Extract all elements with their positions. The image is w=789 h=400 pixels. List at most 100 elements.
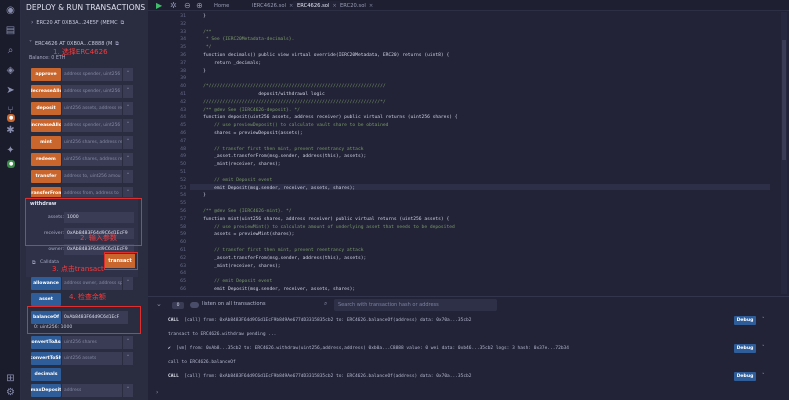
code-line[interactable]: _mint(receiver, shares); [192,264,280,269]
function-args-input[interactable]: address spender, uint256 [62,67,122,81]
copy-icon[interactable]: ⧉ [32,260,36,266]
code-line[interactable]: /** @dev See {IERC4626-mint}. */ [192,209,292,214]
code-line[interactable]: } [192,193,206,198]
code-line[interactable]: return _decimals; [192,61,261,66]
remix-logo-icon[interactable]: ◉ [4,4,17,17]
function-args-input[interactable]: address owner, address sp [62,276,122,290]
zoom-in-icon[interactable]: ⊕ [196,1,203,10]
code-line[interactable]: } [192,69,206,74]
chevron-down-icon[interactable]: ˅ [123,152,133,166]
chevron-down-icon[interactable]: ˅ [762,317,765,323]
function-button[interactable]: mint [31,135,61,149]
function-button[interactable]: decreaseAllo [31,84,61,98]
code-line[interactable]: /** [192,30,211,35]
function-args-input[interactable]: address [62,383,122,397]
code-line[interactable]: function mint(uint256 shares, address re… [192,217,449,222]
debug-button[interactable]: Debug [734,372,756,381]
code-line[interactable]: /** @dev See {IERC4626-deposit}. */ [192,108,300,113]
code-line[interactable]: // use previewMint() to calculate amount… [192,225,455,230]
function-button[interactable]: allowance [31,276,61,290]
function-args-input[interactable]: address spender, uint256 [62,118,122,132]
close-icon[interactable]: × [369,3,373,9]
debug-button[interactable]: Debug [734,316,756,325]
zoom-out-icon[interactable]: ⊖ [184,1,191,10]
function-args-input[interactable]: uint256 shares [62,335,122,349]
tab-home[interactable]: Home [210,1,233,10]
function-button[interactable]: maxDeposit [31,383,61,397]
debug-icon[interactable]: ✱ [4,124,17,137]
function-args-input[interactable]: address spender, uint256 [62,84,122,98]
log-entry[interactable]: transact to ERC4626.withdraw pending ... [168,332,276,337]
code-line[interactable]: // transfer first then mint, prevent ree… [192,147,363,152]
chevron-down-icon[interactable]: ˅ [123,383,133,397]
file-explorer-icon[interactable]: ▤ [4,24,17,37]
listen-toggle[interactable] [190,302,199,308]
function-button[interactable]: convertToSh [31,351,61,365]
tab-erc4626-sol[interactable]: ERC4626.sol × [293,1,341,10]
log-entry[interactable]: CALL [call] from: 0xAb8483F64d9C6d1EcF9b… [168,374,471,379]
code-line[interactable]: shares = previewDeposit(assets); [192,131,303,136]
function-button[interactable]: convertToAss [31,335,61,349]
gas-icon[interactable]: ✲ [170,1,177,10]
function-button[interactable]: increaseAllo [31,118,61,132]
contract-instance-erc20[interactable]: › ERC20 AT 0XB3A...24E5F (MEMC ⧉ [31,17,124,28]
code-line[interactable]: */ [192,45,212,50]
chevron-down-icon[interactable]: ˅ [123,351,133,365]
function-args-input[interactable]: uint256 assets [62,351,122,365]
log-entry[interactable]: ✔ [vm] from: 0xAb8...35cb2 to: ERC4626.w… [168,346,569,351]
code-line[interactable]: function deposit(uint256 assets, address… [192,115,457,120]
chevron-down-icon[interactable]: ˅ [762,345,765,351]
code-line[interactable]: _asset.transferFrom(msg.sender, address(… [192,154,366,159]
code-line[interactable]: ////////////////////////////////////////… [192,100,386,105]
code-line[interactable]: function decimals() public view virtual … [192,53,449,58]
code-line[interactable]: deposit/withdrawal logic [192,92,324,97]
editor-scrollbar-thumb[interactable] [782,40,786,160]
run-icon[interactable]: ▶ [156,1,162,10]
function-args-input[interactable]: address to, uint256 amou [62,169,122,183]
code-line[interactable]: // transfer first then mint, prevent ree… [192,248,363,253]
code-line[interactable]: _asset.transferFrom(msg.sender, address(… [192,256,366,261]
chevron-down-icon[interactable]: ˅ [123,135,133,149]
copy-icon[interactable]: ⧉ [115,41,119,47]
chevron-down-icon[interactable]: ˅ [762,373,765,379]
deploy-icon[interactable]: ➤ [4,84,17,97]
chevron-down-icon[interactable]: ˅ [123,101,133,115]
function-args-input[interactable]: uint256 shares, address re [62,135,122,149]
chevron-down-icon[interactable]: ˅ [123,276,133,290]
log-entry[interactable]: CALL [call] from: 0xAb8483F64d9C6d1EcF9b… [168,318,471,323]
code-line[interactable]: /*//////////////////////////////////////… [192,84,386,89]
terminal-search-input[interactable]: Search with transaction hash or address [334,299,497,311]
tab-ierc4626-sol[interactable]: IERC4626.sol × [248,1,297,10]
code-line[interactable]: // use previewDeposit() to calculate vau… [192,123,388,128]
log-entry[interactable]: call to ERC4626.balanceOf [168,360,236,365]
function-button[interactable]: decimals [31,367,61,381]
chevron-down-icon[interactable]: ˅ [123,169,133,183]
code-line[interactable]: // emit Deposit event [192,178,272,183]
plugin-icon[interactable]: ✦ [4,144,17,157]
code-line[interactable]: assets = previewMint(shares); [192,232,294,237]
collapse-terminal-icon[interactable]: ⌄ [156,300,162,308]
code-line[interactable]: emit Deposit(msg.sender, receiver, asset… [192,287,355,292]
code-line[interactable]: emit Deposit(msg.sender, receiver, asset… [192,186,355,191]
settings-gear-icon[interactable]: ⚙ [4,386,17,399]
code-line[interactable]: _mint(receiver, shares); [192,162,280,167]
function-button[interactable]: redeem [31,152,61,166]
chevron-down-icon[interactable]: ˅ [123,118,133,132]
tab-erc20-sol[interactable]: ERC20.sol × [336,1,377,10]
function-button[interactable]: transfer [31,169,61,183]
code-line[interactable]: // emit Deposit event [192,279,272,284]
prompt-icon[interactable]: › [156,389,158,396]
code-line[interactable]: } [192,14,206,19]
code-line[interactable]: * See {IERC20Metadata-decimals}. [192,37,295,42]
copy-icon[interactable]: ⧉ [121,20,125,26]
function-button[interactable]: approve [31,67,61,81]
compiler-icon[interactable]: ◈ [4,64,17,77]
plugin-manager-icon[interactable]: ⊞ [4,372,17,385]
function-args-input[interactable]: uint256 assets, address re [62,101,122,115]
function-button[interactable]: asset [31,292,61,306]
chevron-down-icon[interactable]: ˅ [123,67,133,81]
chevron-down-icon[interactable]: ˅ [123,84,133,98]
chevron-down-icon[interactable]: ˅ [123,335,133,349]
function-button[interactable]: deposit [31,101,61,115]
search-icon[interactable]: ⌕ [4,44,17,57]
